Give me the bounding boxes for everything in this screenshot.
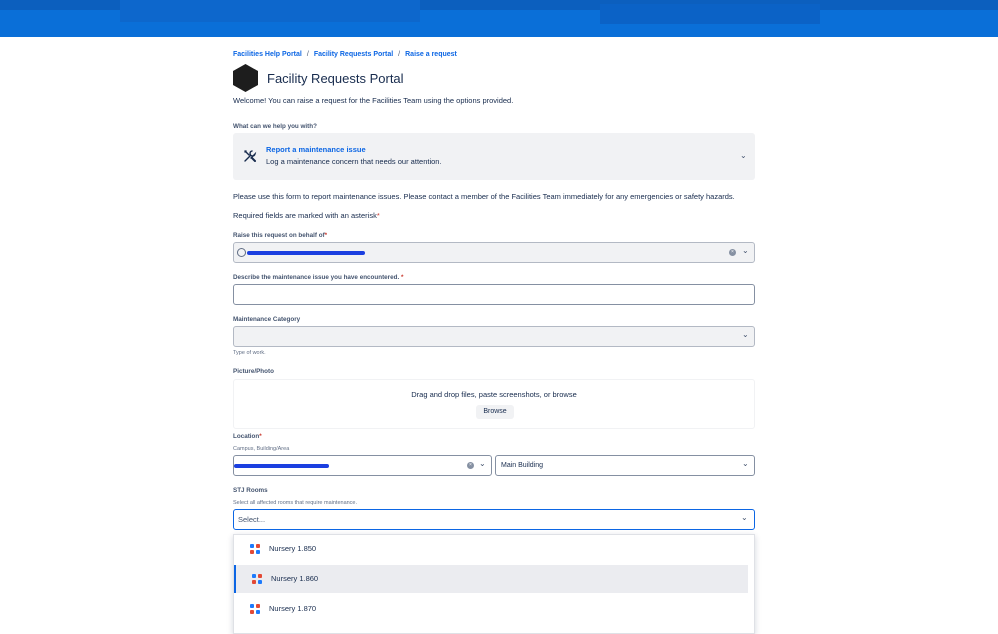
- category-select[interactable]: ⌄: [233, 326, 755, 347]
- user-avatar-icon: [237, 248, 246, 257]
- on-behalf-select[interactable]: × ⌄: [233, 242, 755, 263]
- clear-icon[interactable]: ×: [467, 462, 474, 469]
- required-asterisk: *: [259, 433, 262, 440]
- room-option[interactable]: Nursery 1.850: [234, 535, 754, 563]
- required-asterisk: *: [324, 232, 328, 239]
- clear-icon[interactable]: ×: [729, 249, 736, 256]
- tools-icon: [243, 149, 257, 163]
- request-type-selector[interactable]: Report a maintenance issue Log a mainten…: [233, 133, 755, 180]
- banner-shape: [120, 0, 420, 22]
- request-type-description: Log a maintenance concern that needs our…: [266, 157, 442, 166]
- request-type-question: What can we help you with?: [233, 123, 317, 130]
- breadcrumb-raise-request[interactable]: Raise a request: [405, 51, 457, 58]
- rooms-label: STJ Rooms: [233, 487, 268, 494]
- room-option-label: Nursery 1.870: [269, 604, 317, 613]
- welcome-message: Welcome! You can raise a request for the…: [233, 96, 514, 105]
- required-note-text: Required fields are marked with an aster…: [233, 211, 377, 220]
- room-option-highlighted[interactable]: Nursery 1.860: [234, 565, 748, 593]
- on-behalf-label-text: Raise this request on behalf of: [233, 232, 325, 239]
- chevron-down-icon[interactable]: ⌄: [479, 459, 486, 468]
- room-icon: [252, 574, 262, 584]
- describe-label-text: Describe the maintenance issue you have …: [233, 274, 400, 281]
- location-label: Location*: [233, 433, 262, 440]
- chevron-down-icon: ⌄: [742, 330, 749, 339]
- building-select[interactable]: Main Building ⌄: [495, 455, 755, 476]
- breadcrumb-separator: /: [398, 51, 401, 58]
- on-behalf-label: Raise this request on behalf of*: [233, 232, 327, 239]
- portal-logo-icon: [233, 64, 258, 92]
- building-value: Main Building: [501, 462, 544, 469]
- breadcrumb-requests-portal[interactable]: Facility Requests Portal: [314, 51, 393, 58]
- picture-label: Picture/Photo: [233, 368, 274, 375]
- room-icon: [250, 544, 260, 554]
- chevron-down-icon: ⌄: [741, 513, 748, 522]
- location-label-text: Location: [233, 433, 260, 440]
- campus-select[interactable]: × ⌄: [233, 455, 492, 476]
- chevron-down-icon[interactable]: ⌄: [742, 246, 749, 255]
- category-label: Maintenance Category: [233, 316, 301, 323]
- redacted-campus-name: [234, 464, 329, 468]
- required-asterisk: *: [400, 274, 404, 281]
- redacted-user-email: [247, 251, 365, 255]
- rooms-dropdown-menu: Nursery 1.850 Nursery 1.860 Nursery 1.87…: [233, 534, 755, 634]
- header-banner: [0, 0, 998, 37]
- chevron-down-icon: ⌄: [742, 459, 749, 468]
- dropzone-text: Drag and drop files, paste screenshots, …: [411, 390, 577, 399]
- rooms-placeholder: Select...: [238, 515, 266, 524]
- rooms-select[interactable]: Select... ⌄: [233, 509, 755, 530]
- describe-issue-input[interactable]: [233, 284, 755, 305]
- room-icon: [250, 604, 260, 614]
- category-help: Type of work.: [233, 350, 266, 356]
- portal-header: Facility Requests Portal: [233, 64, 404, 92]
- room-option-label: Nursery 1.860: [271, 574, 319, 583]
- rooms-help: Select all affected rooms that require m…: [233, 500, 358, 506]
- form-instructions: Please use this form to report maintenan…: [233, 192, 735, 201]
- request-type-name: Report a maintenance issue: [266, 145, 366, 154]
- location-help: Campus, Building/Area: [233, 446, 290, 452]
- required-asterisk: *: [376, 211, 380, 220]
- required-note: Required fields are marked with an aster…: [233, 211, 380, 220]
- breadcrumb-help-portal[interactable]: Facilities Help Portal: [233, 51, 302, 58]
- file-dropzone[interactable]: Drag and drop files, paste screenshots, …: [233, 379, 755, 429]
- room-option[interactable]: Nursery 1.870: [234, 595, 754, 623]
- describe-label: Describe the maintenance issue you have …: [233, 274, 403, 281]
- room-option-label: Nursery 1.850: [269, 544, 317, 553]
- breadcrumb-separator: /: [306, 51, 309, 58]
- chevron-down-icon: ⌄: [740, 151, 747, 160]
- breadcrumb: Facilities Help Portal / Facility Requests…: [233, 51, 457, 58]
- banner-shape: [600, 4, 820, 24]
- browse-button[interactable]: Browse: [476, 405, 514, 419]
- page-title: Facility Requests Portal: [267, 70, 404, 86]
